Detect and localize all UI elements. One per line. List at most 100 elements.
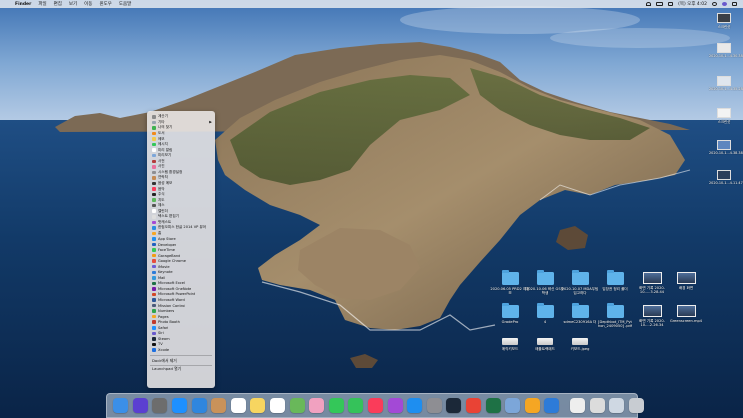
- file-thumbnail-icon: [717, 108, 731, 118]
- control-center-icon[interactable]: [732, 2, 737, 6]
- siri-icon[interactable]: [132, 398, 148, 413]
- menu-view[interactable]: 보기: [69, 1, 77, 7]
- app-icon: [152, 126, 156, 130]
- desktop-item[interactable]: 배경 화면: [666, 272, 706, 290]
- chrome-icon[interactable]: [465, 398, 481, 413]
- desktop-item-label: 2020.10.06 혁신 GS등 학생: [526, 287, 564, 296]
- dock: [106, 393, 644, 418]
- desktop-file[interactable]: 스크린샷: [709, 13, 739, 29]
- podcasts-icon[interactable]: [387, 398, 403, 413]
- maps-icon[interactable]: [289, 398, 305, 413]
- menu-app-name[interactable]: Finder: [15, 2, 31, 7]
- desktop-wallpaper: [0, 0, 743, 418]
- trash-icon[interactable]: [628, 398, 644, 413]
- app-icon: [152, 292, 156, 297]
- menu-help[interactable]: 도움말: [119, 1, 131, 7]
- menu-item[interactable]: Xcode: [147, 347, 215, 352]
- app-icon: [152, 270, 156, 275]
- menu-item-label: FaceTime: [158, 248, 175, 253]
- desktop-item[interactable]: 2020.06.05 PRD2 예중보: [490, 270, 530, 295]
- menu-item-label: 미리보기: [158, 153, 172, 158]
- folder-icon: [606, 270, 624, 285]
- menu-edit[interactable]: 편집: [54, 1, 62, 7]
- desktop-file[interactable]: 스크린샷: [709, 108, 739, 124]
- desktop-item[interactable]: GradePro: [490, 303, 530, 324]
- wifi-icon[interactable]: [646, 2, 652, 6]
- menu-item-label: App Store: [158, 236, 176, 241]
- desktop-item[interactable]: 2020.10.07 MDA무팀 입고하다: [560, 270, 600, 295]
- menu-item-label: 미리 알림: [158, 147, 173, 152]
- desktop-item[interactable]: sdmeC230916A 더: [560, 303, 600, 324]
- music-icon[interactable]: [368, 398, 384, 413]
- app-icon: [152, 137, 156, 141]
- app-icon: [152, 276, 156, 280]
- desktop-item[interactable]: 애플트랙패드: [525, 338, 565, 351]
- menu-item-label: 홈: [158, 230, 162, 235]
- remove-from-dock-item[interactable]: Dock에서 제거: [152, 358, 177, 364]
- system-preferences-icon[interactable]: [426, 398, 442, 413]
- documents-icon[interactable]: [589, 398, 605, 413]
- file-thumbnail-icon: [717, 43, 731, 53]
- downloads-icon[interactable]: [609, 398, 625, 413]
- contacts-icon[interactable]: [211, 398, 227, 413]
- input-source-icon[interactable]: [668, 2, 674, 6]
- open-launchpad-item[interactable]: Launchpad 열기: [152, 366, 181, 372]
- screenshot-thumbnail-icon: [676, 305, 696, 317]
- safari-icon[interactable]: [172, 398, 188, 413]
- mail-icon[interactable]: [191, 398, 207, 413]
- facetime-icon[interactable]: [328, 398, 344, 413]
- desktop-file[interactable]: 2020-10-1...4.38.38: [709, 140, 743, 155]
- messages-icon[interactable]: [348, 398, 364, 413]
- notes-icon[interactable]: [250, 398, 266, 413]
- menu-item-label: Numbers: [158, 309, 175, 314]
- folder-icon: [536, 303, 554, 318]
- app-icon: [152, 148, 156, 152]
- desktop-file[interactable]: 2020-10-1...4.35.28: [709, 76, 743, 91]
- app-icon: [152, 153, 156, 158]
- excel-icon[interactable]: [485, 398, 501, 413]
- menu-item-label: 시스템 환경설정: [158, 169, 183, 174]
- textedit-icon[interactable]: [569, 398, 585, 413]
- desktop-item[interactable]: 입장권 정리 폴더: [595, 270, 635, 291]
- photos-icon[interactable]: [309, 398, 325, 413]
- menu-window[interactable]: 윈도우: [99, 1, 111, 7]
- app-icon: [152, 231, 156, 236]
- app-icon: [152, 198, 156, 202]
- app-icon: [152, 115, 156, 119]
- preview-icon[interactable]: [505, 398, 521, 413]
- desktop-file-label: 2020-10-1...4.38.38: [709, 151, 743, 155]
- calendar-icon[interactable]: [230, 398, 246, 413]
- desktop-item[interactable]: 2020.10.06 혁신 GS등 학생: [525, 270, 565, 296]
- appstore-icon[interactable]: [407, 398, 423, 413]
- finder-icon[interactable]: [113, 398, 129, 413]
- desktop-item-label: 배경 화면: [678, 286, 694, 290]
- desktop-file[interactable]: 2020-10-1...4.30.38: [709, 43, 743, 58]
- file-thumbnail-icon: [717, 140, 731, 150]
- desktop-item[interactable]: [Depthbot_ITM_Pyt hon_2409050] .pdf: [595, 303, 635, 328]
- battery-icon[interactable]: [656, 2, 664, 6]
- menu-go[interactable]: 이동: [84, 1, 92, 7]
- siri-menu-icon[interactable]: [722, 2, 727, 6]
- keynote-icon[interactable]: [544, 398, 560, 413]
- desktop-item[interactable]: 4: [525, 303, 565, 324]
- desktop-item[interactable]: 매직키보드: [490, 338, 530, 351]
- menu-separator: [150, 354, 212, 356]
- menu-item-label: Photo Booth: [158, 320, 180, 325]
- desktop-file[interactable]: 2020-10-1...4.11.47: [709, 170, 743, 185]
- menubar-clock[interactable]: (목) 오후 4:02: [678, 1, 707, 7]
- desktop-item[interactable]: 키보드.jpeg: [560, 338, 600, 351]
- pages-icon[interactable]: [524, 398, 540, 413]
- file-thumbnail-icon: [717, 170, 731, 180]
- menu-file[interactable]: 파일: [38, 1, 46, 7]
- launchpad-icon[interactable]: [152, 398, 168, 413]
- reminders-icon[interactable]: [270, 398, 286, 413]
- desktop-item[interactable]: Greenscreen.mp4: [666, 305, 706, 323]
- app-icon: [152, 209, 156, 213]
- desktop-file-label: 스크린샷: [717, 120, 731, 124]
- app-icon: [152, 181, 156, 186]
- spotlight-icon[interactable]: [712, 2, 717, 6]
- app-icon: [152, 187, 156, 191]
- keyboard-image-icon: [572, 338, 588, 345]
- menu-item-label: Siri: [158, 331, 164, 336]
- steam-icon[interactable]: [446, 398, 462, 413]
